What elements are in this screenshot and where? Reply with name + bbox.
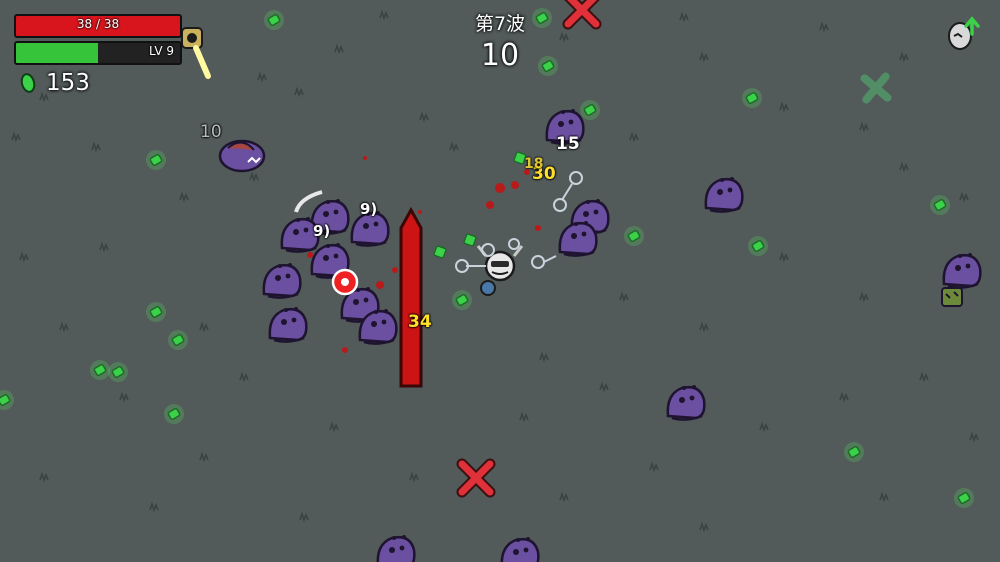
damage-number: 10 (200, 122, 222, 142)
enemy-tree (941, 287, 963, 307)
damage-number: 15 (556, 134, 580, 154)
wave-timer: 10 (480, 38, 520, 73)
turret-bullet (193, 45, 211, 79)
damage-number: 18 (524, 156, 544, 172)
enemy-alien (268, 305, 308, 343)
sword-projectile (399, 206, 423, 388)
material-icon (20, 73, 36, 93)
damage-number: 34 (408, 312, 432, 332)
enemy-alien (558, 219, 598, 257)
enemy-alien (666, 383, 706, 421)
damage-number: 9) (360, 200, 378, 218)
player-character (476, 245, 524, 296)
materials-counter: 153 (18, 70, 90, 96)
enemy-alien (376, 533, 416, 562)
materials (0, 7, 975, 509)
spawn-marker-icon (462, 464, 490, 492)
player-weapons (455, 171, 583, 273)
experience-bar-fill (16, 43, 98, 63)
wave-label: 第7波 (474, 13, 526, 35)
enemy-alien (942, 251, 982, 289)
materials-count: 153 (46, 70, 90, 96)
enemy-alien (500, 535, 540, 562)
damage-number: 9) (313, 222, 331, 240)
enemy-alien (704, 175, 744, 213)
game-arena (0, 0, 982, 562)
health-bar: 38 / 38 (14, 14, 182, 38)
level-text: LV 9 (148, 44, 174, 58)
heal-marker-icon (860, 72, 892, 104)
enemy-charger (218, 139, 266, 173)
turret-icon (181, 27, 203, 49)
level-up-egg-icon (944, 14, 984, 58)
enemy-alien (262, 261, 302, 299)
health-text: 38 / 38 (76, 17, 120, 31)
experience-bar: LV 9 (14, 41, 182, 65)
enemy-projectile (331, 268, 359, 296)
